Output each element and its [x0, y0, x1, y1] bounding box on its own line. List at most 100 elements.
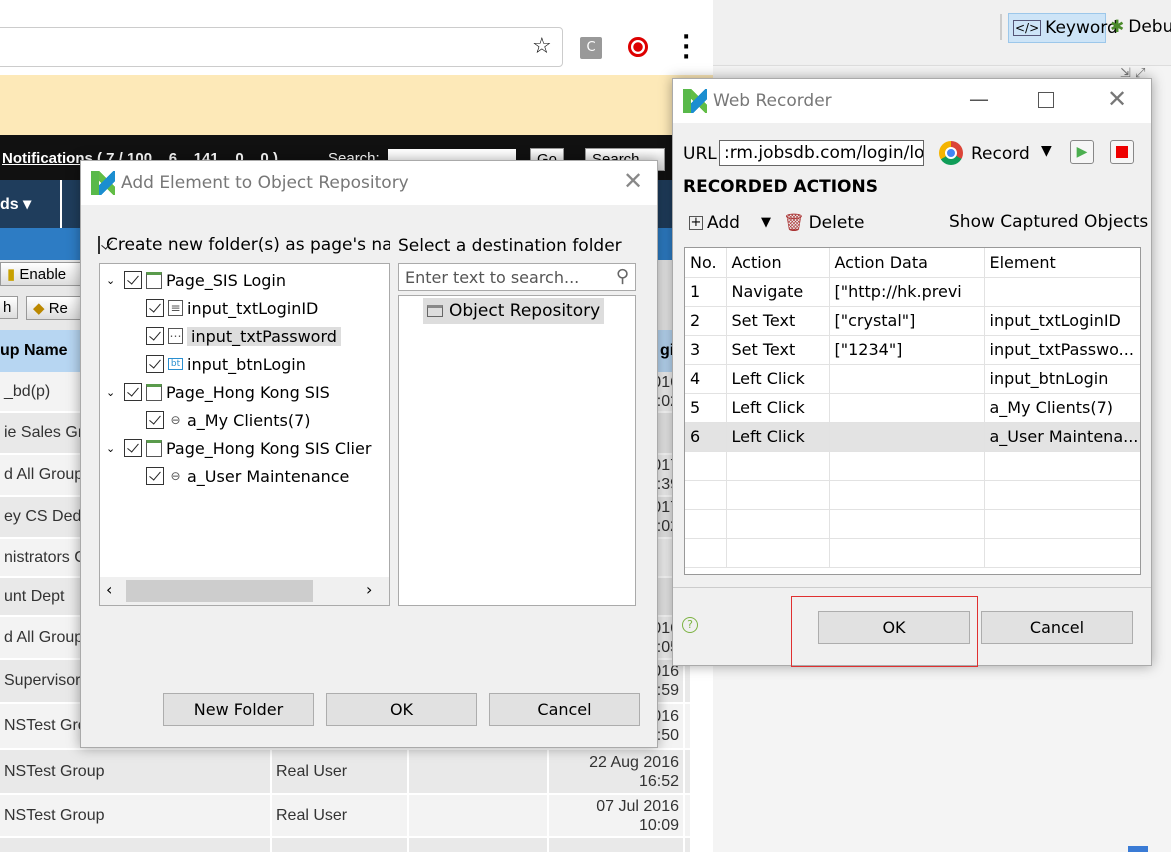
- close-button[interactable]: ✕: [1107, 85, 1127, 113]
- element-icon: ⋯: [168, 328, 183, 344]
- checkbox-icon[interactable]: [146, 299, 164, 317]
- play-button[interactable]: ▶: [1070, 140, 1094, 164]
- cancel-button[interactable]: Cancel: [489, 693, 640, 726]
- close-button[interactable]: ✕: [623, 167, 643, 195]
- tree-page-item[interactable]: ⌄ Page_SIS Login: [106, 268, 286, 292]
- action-cell: [726, 451, 830, 481]
- action-row[interactable]: [685, 538, 1140, 568]
- plus-icon: +: [689, 215, 703, 230]
- recorder-cancel-button[interactable]: Cancel: [981, 611, 1133, 644]
- column-header[interactable]: Action: [726, 248, 830, 278]
- recorder-ok-button[interactable]: OK: [818, 611, 970, 644]
- action-row[interactable]: 5 Left Click a_My Clients(7): [685, 393, 1140, 423]
- column-header[interactable]: Element: [984, 248, 1140, 278]
- action-cell: [984, 277, 1140, 307]
- url-input[interactable]: :rm.jobsdb.com/login/lo: [719, 140, 924, 166]
- bug-icon: ✱: [1110, 17, 1125, 37]
- tree-page-item[interactable]: ⌄ Page_Hong Kong SIS: [106, 380, 330, 404]
- url-label: URL: [683, 144, 717, 164]
- action-cell: a_My Clients(7): [984, 393, 1140, 423]
- action-row[interactable]: 2 Set Text ["crystal"] input_txtLoginID: [685, 306, 1140, 336]
- record-dropdown-icon[interactable]: ▼: [1041, 143, 1052, 159]
- checkbox-icon[interactable]: [146, 355, 164, 373]
- page-icon: [146, 271, 162, 289]
- object-repository-folder[interactable]: Object Repository: [423, 298, 605, 324]
- address-bar[interactable]: [0, 27, 563, 67]
- checkbox-icon[interactable]: [146, 411, 164, 429]
- action-cell: [726, 538, 830, 568]
- element-icon: ⊖: [170, 413, 181, 427]
- stop-button[interactable]: [1110, 140, 1134, 164]
- action-row[interactable]: 6 Left Click a_User Maintena...: [685, 422, 1140, 452]
- action-cell: 3: [685, 335, 727, 365]
- cell-user-type: Real User: [272, 750, 409, 793]
- tree-element-item[interactable]: ≡ input_txtLoginID: [146, 296, 318, 320]
- ok-button[interactable]: OK: [326, 693, 477, 726]
- debug-perspective-button[interactable]: ✱ Debu: [1110, 17, 1171, 37]
- katalon-logo-icon: [683, 89, 707, 113]
- table-row[interactable]: 31 Aug 2016: [0, 838, 690, 852]
- minimize-button[interactable]: —: [969, 87, 989, 111]
- scroll-left-icon[interactable]: ‹: [106, 580, 112, 599]
- action-row[interactable]: [685, 451, 1140, 481]
- table-row[interactable]: NSTest Group Real User 07 Jul 2016 10:09: [0, 795, 690, 838]
- tree-element-item[interactable]: ⊖ a_My Clients(7): [146, 408, 310, 432]
- element-icon: ≡: [168, 300, 183, 316]
- action-row[interactable]: [685, 509, 1140, 539]
- checkbox-icon[interactable]: [124, 383, 142, 401]
- repository-icon: [427, 305, 443, 317]
- expand-chevron-icon[interactable]: ⌄: [106, 442, 120, 455]
- action-cell: a_User Maintena...: [984, 422, 1140, 452]
- element-icon: ⊖: [170, 469, 181, 483]
- expand-chevron-icon[interactable]: ⌄: [106, 274, 120, 287]
- action-row[interactable]: 1 Navigate ["http://hk.previ: [685, 277, 1140, 307]
- refresh-button[interactable]: ◆ Re: [26, 296, 86, 320]
- star-icon[interactable]: ☆: [532, 34, 552, 59]
- scroll-right-icon[interactable]: ›: [366, 580, 372, 599]
- column-header[interactable]: Action Data: [829, 248, 985, 278]
- keyword-perspective-button[interactable]: </> Keyword: [1008, 13, 1118, 43]
- tree-element-item[interactable]: bt input_btnLogin: [146, 352, 306, 376]
- checkbox-icon[interactable]: [146, 327, 164, 345]
- maximize-button[interactable]: [1038, 92, 1054, 108]
- extension-icon[interactable]: C: [580, 37, 602, 59]
- h-button[interactable]: h: [0, 296, 18, 319]
- tree-element-item[interactable]: ⋯ input_txtPassword: [146, 324, 341, 348]
- action-row[interactable]: 3 Set Text ["1234"] input_txtPasswo...: [685, 335, 1140, 365]
- cell-group-name: NSTest Group: [0, 750, 272, 793]
- add-dropdown-icon[interactable]: ▼: [761, 215, 771, 230]
- action-cell: Left Click: [726, 364, 830, 394]
- nav-item[interactable]: ds ▾: [0, 194, 31, 214]
- column-group-name[interactable]: up Name: [0, 342, 68, 360]
- action-row[interactable]: [685, 480, 1140, 510]
- enable-button[interactable]: ▮ Enable: [0, 262, 90, 286]
- menu-icon[interactable]: · · ·: [682, 27, 690, 69]
- tree-item-label: input_btnLogin: [187, 354, 306, 374]
- notification-banner: [0, 75, 713, 135]
- table-row[interactable]: NSTest Group Real User 22 Aug 2016 16:52: [0, 750, 690, 795]
- checkbox-icon[interactable]: [124, 439, 142, 457]
- cell-last-login: 07 Jul 2016 10:09: [549, 795, 685, 836]
- web-recorder-dialog: Web Recorder — ✕ URL :rm.jobsdb.com/logi…: [672, 78, 1152, 667]
- column-header[interactable]: No.: [685, 248, 727, 278]
- element-icon: bt: [168, 358, 183, 370]
- record-button[interactable]: Record: [971, 144, 1030, 164]
- folder-search-input[interactable]: Enter text to search... ⚲: [398, 263, 636, 291]
- delete-button[interactable]: 🗑 Delete: [783, 213, 864, 233]
- checkbox-icon[interactable]: [124, 271, 142, 289]
- create-folder-checkbox[interactable]: Create new folder(s) as page's nar: [98, 235, 390, 255]
- tree-element-item[interactable]: ⊖ a_User Maintenance: [146, 464, 349, 488]
- tree-page-item[interactable]: ⌄ Page_Hong Kong SIS Clier: [106, 436, 371, 460]
- record-extension-icon[interactable]: [628, 37, 648, 57]
- action-row[interactable]: 4 Left Click input_btnLogin: [685, 364, 1140, 394]
- show-captured-objects-link[interactable]: Show Captured Objects: [949, 212, 1148, 232]
- help-icon[interactable]: ?: [682, 617, 698, 633]
- add-button[interactable]: + Add: [689, 213, 740, 233]
- checkbox-icon[interactable]: [146, 467, 164, 485]
- horizontal-scrollbar[interactable]: ‹ ›: [100, 577, 389, 605]
- action-cell: input_txtLoginID: [984, 306, 1140, 336]
- new-folder-button[interactable]: New Folder: [163, 693, 314, 726]
- expand-chevron-icon[interactable]: ⌄: [106, 386, 120, 399]
- scroll-thumb[interactable]: [126, 580, 313, 602]
- action-cell: [685, 480, 727, 510]
